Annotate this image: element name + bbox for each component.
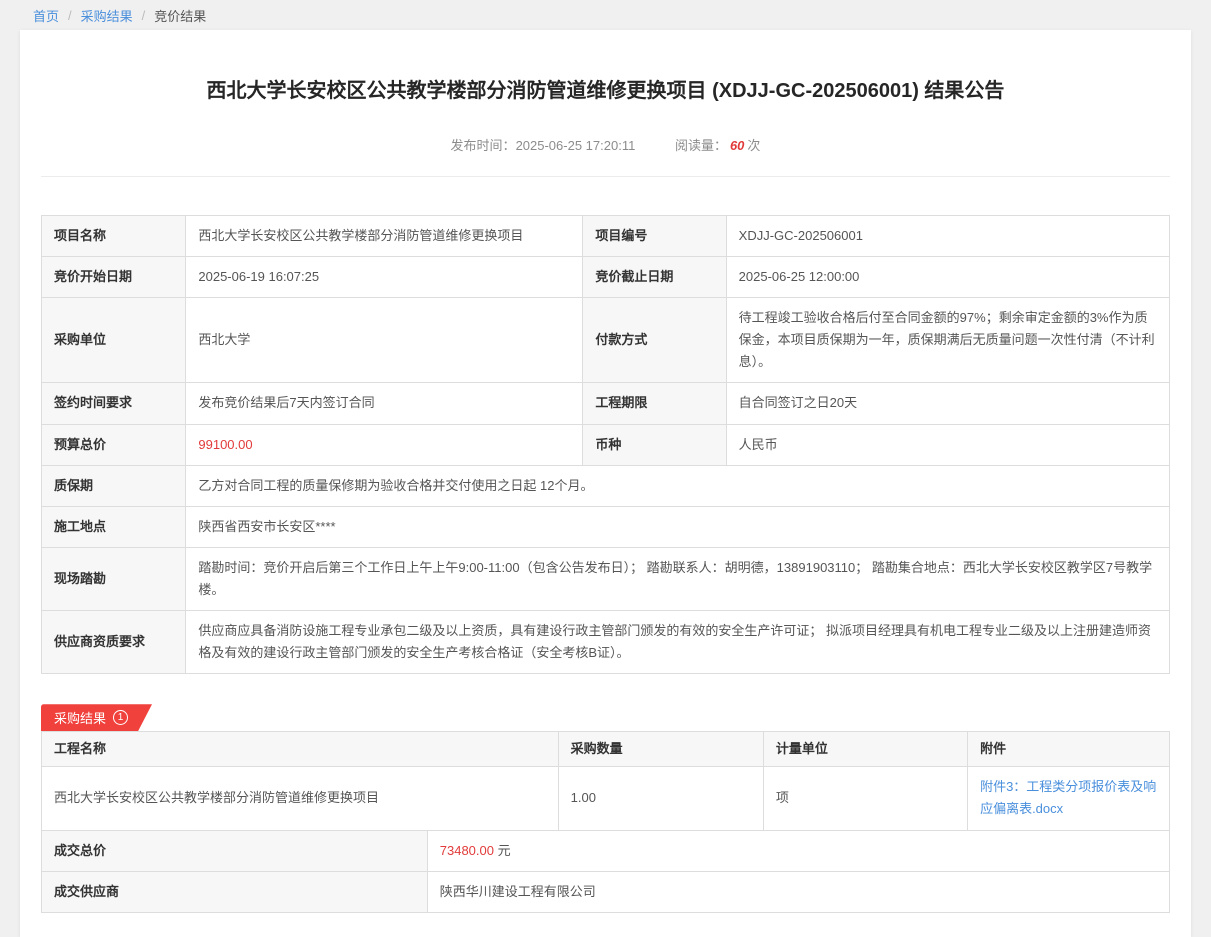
publish-time-group: 发布时间：2025-06-25 17:20:11: [451, 138, 639, 153]
purchase-result-table: 工程名称 采购数量 计量单位 附件 西北大学长安校区公共教学楼部分消防管道维修更…: [41, 731, 1170, 830]
warranty-value: 乙方对合同工程的质量保修期为验收合格并交付使用之日起 12个月。: [186, 465, 1170, 506]
result-header-quantity: 采购数量: [558, 732, 763, 767]
table-row: 竞价开始日期 2025-06-19 16:07:25 竞价截止日期 2025-0…: [42, 257, 1170, 298]
table-header-row: 工程名称 采购数量 计量单位 附件: [42, 732, 1170, 767]
location-value: 陕西省西安市长安区****: [186, 506, 1170, 547]
bid-start-label: 竞价开始日期: [42, 257, 186, 298]
table-row: 成交供应商 陕西华川建设工程有限公司: [42, 871, 1170, 912]
table-row: 施工地点 陕西省西安市长安区****: [42, 506, 1170, 547]
sign-time-label: 签约时间要求: [42, 383, 186, 424]
views-unit: 次: [747, 138, 760, 153]
budget-value: 99100.00: [186, 424, 583, 465]
purchase-result-badge-label: 采购结果: [54, 708, 106, 727]
table-row: 采购单位 西北大学 付款方式 待工程竣工验收合格后付至合同金额的97%；剩余审定…: [42, 298, 1170, 383]
deal-summary-table: 成交总价 73480.00 元 成交供应商 陕西华川建设工程有限公司: [41, 830, 1170, 913]
bid-end-label: 竞价截止日期: [583, 257, 726, 298]
bid-start-value: 2025-06-19 16:07:25: [186, 257, 583, 298]
table-row: 质保期 乙方对合同工程的质量保修期为验收合格并交付使用之日起 12个月。: [42, 465, 1170, 506]
project-details-table: 项目名称 西北大学长安校区公共教学楼部分消防管道维修更换项目 项目编号 XDJJ…: [41, 215, 1170, 674]
table-row: 现场踏勘 踏勘时间：竞价开启后第三个工作日上午上午9:00-11:00（包含公告…: [42, 547, 1170, 610]
purchase-result-badge: 采购结果 1: [41, 704, 152, 731]
project-name-value: 西北大学长安校区公共教学楼部分消防管道维修更换项目: [186, 216, 583, 257]
result-section-header: 采购结果 1: [41, 704, 1170, 731]
deal-price-cell: 73480.00 元: [427, 830, 1169, 871]
breadcrumb-bid-results: 竞价结果: [154, 6, 206, 25]
survey-label: 现场踏勘: [42, 547, 186, 610]
meta-divider: [41, 176, 1170, 177]
currency-label: 币种: [583, 424, 726, 465]
announcement-card: 西北大学长安校区公共教学楼部分消防管道维修更换项目 (XDJJ-GC-20250…: [20, 30, 1191, 937]
payment-label: 付款方式: [583, 298, 726, 383]
warranty-label: 质保期: [42, 465, 186, 506]
announcement-meta: 发布时间：2025-06-25 17:20:11 阅读量：60次: [41, 135, 1170, 154]
supplier-value: 陕西华川建设工程有限公司: [427, 871, 1169, 912]
breadcrumb-purchase-results[interactable]: 采购结果: [81, 6, 133, 25]
result-header-attachment: 附件: [968, 732, 1170, 767]
table-row: 西北大学长安校区公共教学楼部分消防管道维修更换项目 1.00 项 附件3：工程类…: [42, 767, 1170, 830]
breadcrumb-home[interactable]: 首页: [33, 6, 59, 25]
currency-value: 人民币: [726, 424, 1169, 465]
publish-time-value: 2025-06-25 17:20:11: [516, 138, 636, 153]
breadcrumb-separator: /: [142, 8, 146, 23]
bid-end-value: 2025-06-25 12:00:00: [726, 257, 1169, 298]
publish-time-label: 发布时间：: [451, 138, 516, 153]
deal-price-label: 成交总价: [42, 830, 428, 871]
result-unit: 项: [763, 767, 967, 830]
budget-label: 预算总价: [42, 424, 186, 465]
qualification-label: 供应商资质要求: [42, 611, 186, 674]
table-row: 供应商资质要求 供应商应具备消防设施工程专业承包二级及以上资质，具有建设行政主管…: [42, 611, 1170, 674]
result-header-name: 工程名称: [42, 732, 559, 767]
attachment-link[interactable]: 附件3：工程类分项报价表及响应偏离表.docx: [980, 779, 1156, 816]
views-label: 阅读量：: [675, 138, 727, 153]
result-header-unit: 计量单位: [763, 732, 967, 767]
qualification-value: 供应商应具备消防设施工程专业承包二级及以上资质，具有建设行政主管部门颁发的有效的…: [186, 611, 1170, 674]
page-title: 西北大学长安校区公共教学楼部分消防管道维修更换项目 (XDJJ-GC-20250…: [41, 30, 1170, 103]
project-code-value: XDJJ-GC-202506001: [726, 216, 1169, 257]
table-row: 成交总价 73480.00 元: [42, 830, 1170, 871]
views-group: 阅读量：60次: [675, 138, 761, 153]
breadcrumb: 首页 / 采购结果 / 竞价结果: [0, 0, 1211, 30]
breadcrumb-separator: /: [68, 8, 72, 23]
result-project-name: 西北大学长安校区公共教学楼部分消防管道维修更换项目: [42, 767, 559, 830]
project-code-label: 项目编号: [583, 216, 726, 257]
table-row: 预算总价 99100.00 币种 人民币: [42, 424, 1170, 465]
location-label: 施工地点: [42, 506, 186, 547]
deal-price-value: 73480.00: [440, 843, 494, 858]
survey-value: 踏勘时间：竞价开启后第三个工作日上午上午9:00-11:00（包含公告发布日）；…: [186, 547, 1170, 610]
result-quantity: 1.00: [558, 767, 763, 830]
project-name-label: 项目名称: [42, 216, 186, 257]
purchaser-label: 采购单位: [42, 298, 186, 383]
supplier-label: 成交供应商: [42, 871, 428, 912]
duration-value: 自合同签订之日20天: [726, 383, 1169, 424]
views-count: 60: [730, 138, 744, 153]
payment-value: 待工程竣工验收合格后付至合同金额的97%；剩余审定金额的3%作为质保金，本项目质…: [726, 298, 1169, 383]
sign-time-value: 发布竞价结果后7天内签订合同: [186, 383, 583, 424]
table-row: 签约时间要求 发布竞价结果后7天内签订合同 工程期限 自合同签订之日20天: [42, 383, 1170, 424]
purchaser-value: 西北大学: [186, 298, 583, 383]
duration-label: 工程期限: [583, 383, 726, 424]
table-row: 项目名称 西北大学长安校区公共教学楼部分消防管道维修更换项目 项目编号 XDJJ…: [42, 216, 1170, 257]
deal-price-unit: 元: [498, 843, 511, 858]
badge-number: 1: [113, 710, 128, 725]
result-attachment-cell: 附件3：工程类分项报价表及响应偏离表.docx: [968, 767, 1170, 830]
